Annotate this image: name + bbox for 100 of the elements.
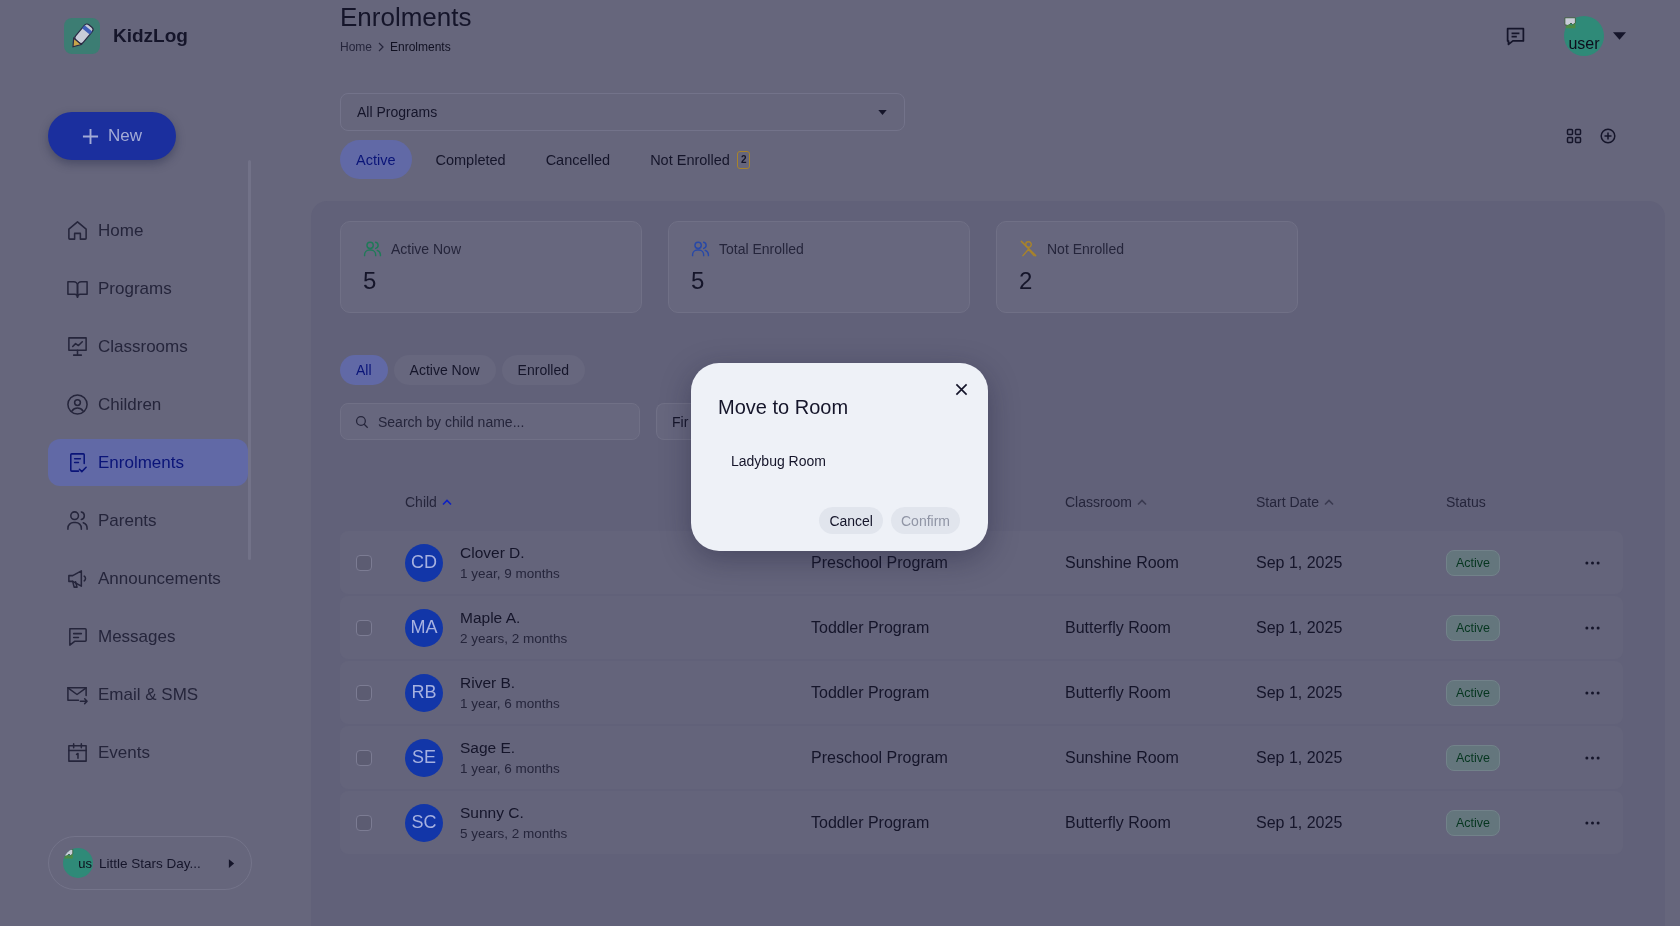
chevron-right-icon	[378, 42, 384, 52]
more-options-icon[interactable]	[1584, 820, 1600, 825]
stat-value: 5	[363, 267, 378, 295]
more-options-icon[interactable]	[1584, 690, 1600, 695]
stat-label: Active Now	[391, 239, 462, 258]
child-name: River B.	[460, 673, 517, 692]
breadcrumb-link[interactable]: Home	[340, 39, 372, 55]
child-name: Sunny C.	[460, 803, 525, 822]
filter-chip[interactable]: All	[340, 355, 388, 385]
start-date-cell-text: Sep 1, 2025	[1256, 553, 1344, 572]
stat-label: Total Enrolled	[719, 239, 804, 258]
filter-chip[interactable]: Active Now	[393, 355, 496, 385]
child-age: 1 year, 6 months	[460, 695, 560, 712]
sidebar-item[interactable]: Programs	[48, 265, 248, 312]
classroom-cell-text: Sunshine Room	[1065, 553, 1180, 572]
organization-name: Little Stars Day...	[99, 855, 202, 871]
child-name: Clover D.	[460, 543, 526, 562]
more-options-icon[interactable]	[1584, 755, 1600, 760]
filter-chip[interactable]: Enrolled	[501, 355, 585, 385]
more-options-icon[interactable]	[1584, 625, 1600, 630]
tab[interactable]: Completed	[419, 140, 522, 179]
status-badge: Active	[1446, 549, 1501, 576]
child-age: 2 years, 2 months	[460, 630, 568, 647]
child-name: Sage E.	[460, 738, 517, 757]
program-cell-text: Toddler Program	[811, 813, 931, 832]
caret-right-icon	[228, 857, 235, 869]
calendar-icon	[66, 741, 89, 764]
tab[interactable]: Not Enrolled 2	[634, 140, 767, 179]
program-select[interactable]: All Programs	[340, 93, 905, 131]
program-cell-text: Preschool Program	[811, 748, 949, 767]
initials-avatar: CD	[405, 543, 443, 582]
child-name: Maple A.	[460, 608, 522, 627]
sidebar-item[interactable]: Enrolments	[48, 439, 248, 486]
user-avatar[interactable]: user	[1564, 16, 1604, 56]
add-circle-icon[interactable]	[1600, 128, 1616, 144]
stat-value: 5	[691, 267, 706, 295]
program-cell-text: Toddler Program	[811, 683, 931, 702]
status-badge: Active	[1446, 809, 1501, 836]
sidebar-item[interactable]: Parents	[48, 497, 248, 544]
sidebar-item[interactable]: Messages	[48, 613, 248, 660]
breadcrumb-current: Enrolments	[390, 39, 451, 55]
classroom-cell-text: Sunshine Room	[1065, 748, 1180, 767]
broken-image-icon	[1564, 16, 1578, 30]
row-checkbox[interactable]	[356, 814, 372, 831]
close-icon[interactable]	[955, 383, 968, 396]
sidebar-item[interactable]: Home	[48, 207, 248, 254]
row-checkbox[interactable]	[356, 619, 372, 636]
sidebar-item[interactable]: Announcements	[48, 555, 248, 602]
sidebar-item[interactable]: Email & SMS	[48, 671, 248, 718]
sidebar-item[interactable]: Children	[48, 381, 248, 428]
broken-image-icon	[63, 848, 75, 860]
row-checkbox[interactable]	[356, 684, 372, 701]
status-badge: Active	[1446, 744, 1501, 771]
dialog-title: Move to Room	[718, 395, 850, 419]
column-header: Start Date	[1256, 494, 1320, 510]
start-date-cell-text: Sep 1, 2025	[1256, 813, 1344, 832]
app-name: KidzLog	[113, 25, 188, 47]
count-badge: 2	[736, 150, 751, 169]
sidebar-item[interactable]: Classrooms	[48, 323, 248, 370]
program-cell-text: Toddler Program	[811, 618, 931, 637]
row-checkbox[interactable]	[356, 554, 372, 571]
start-date-cell-text: Sep 1, 2025	[1256, 618, 1344, 637]
avatar-alt-text: user	[1568, 35, 1600, 53]
search-icon	[355, 415, 369, 429]
message-icon	[66, 625, 89, 648]
caret-down-icon[interactable]	[1613, 32, 1626, 40]
child-age: 1 year, 9 months	[460, 565, 560, 582]
presentation-icon	[66, 335, 89, 358]
row-checkbox[interactable]	[356, 749, 372, 766]
tab[interactable]: Active	[340, 140, 412, 179]
classroom-cell-text: Butterfly Room	[1065, 683, 1172, 702]
grid-view-icon[interactable]	[1566, 128, 1582, 144]
search-field[interactable]: Search by child name...	[340, 403, 640, 440]
caret-down-icon	[878, 109, 887, 115]
tab[interactable]: Cancelled	[529, 140, 627, 179]
page-title: Enrolments	[340, 1, 472, 33]
classroom-cell-text: Butterfly Room	[1065, 813, 1172, 832]
select-field[interactable]: Fir	[656, 403, 692, 440]
status-badge: Active	[1446, 614, 1501, 641]
start-date-cell-text: Sep 1, 2025	[1256, 748, 1344, 767]
classroom-cell-text: Butterfly Room	[1065, 618, 1172, 637]
megaphone-icon	[66, 567, 89, 590]
message-icon[interactable]	[1505, 25, 1526, 47]
user-circle-icon	[66, 393, 89, 416]
initials-avatar: SC	[405, 803, 443, 842]
child-age: 5 years, 2 months	[460, 825, 568, 842]
initials-avatar: MA	[405, 608, 443, 647]
program-cell-text: Preschool Program	[811, 553, 949, 572]
child-age: 1 year, 6 months	[460, 760, 560, 777]
sidebar-item[interactable]: Events	[48, 729, 248, 776]
room-option[interactable]: Ladybug Room	[718, 452, 960, 470]
cancel-button[interactable]: Cancel	[819, 507, 883, 534]
initials-avatar: RB	[405, 673, 443, 712]
column-header: Child	[405, 494, 437, 510]
stat-label: Not Enrolled	[1047, 239, 1125, 258]
status-badge: Active	[1446, 679, 1501, 706]
home-icon	[66, 219, 89, 242]
new-button[interactable]: New	[48, 112, 176, 160]
stat-value: 2	[1019, 267, 1034, 295]
more-options-icon[interactable]	[1584, 560, 1600, 565]
